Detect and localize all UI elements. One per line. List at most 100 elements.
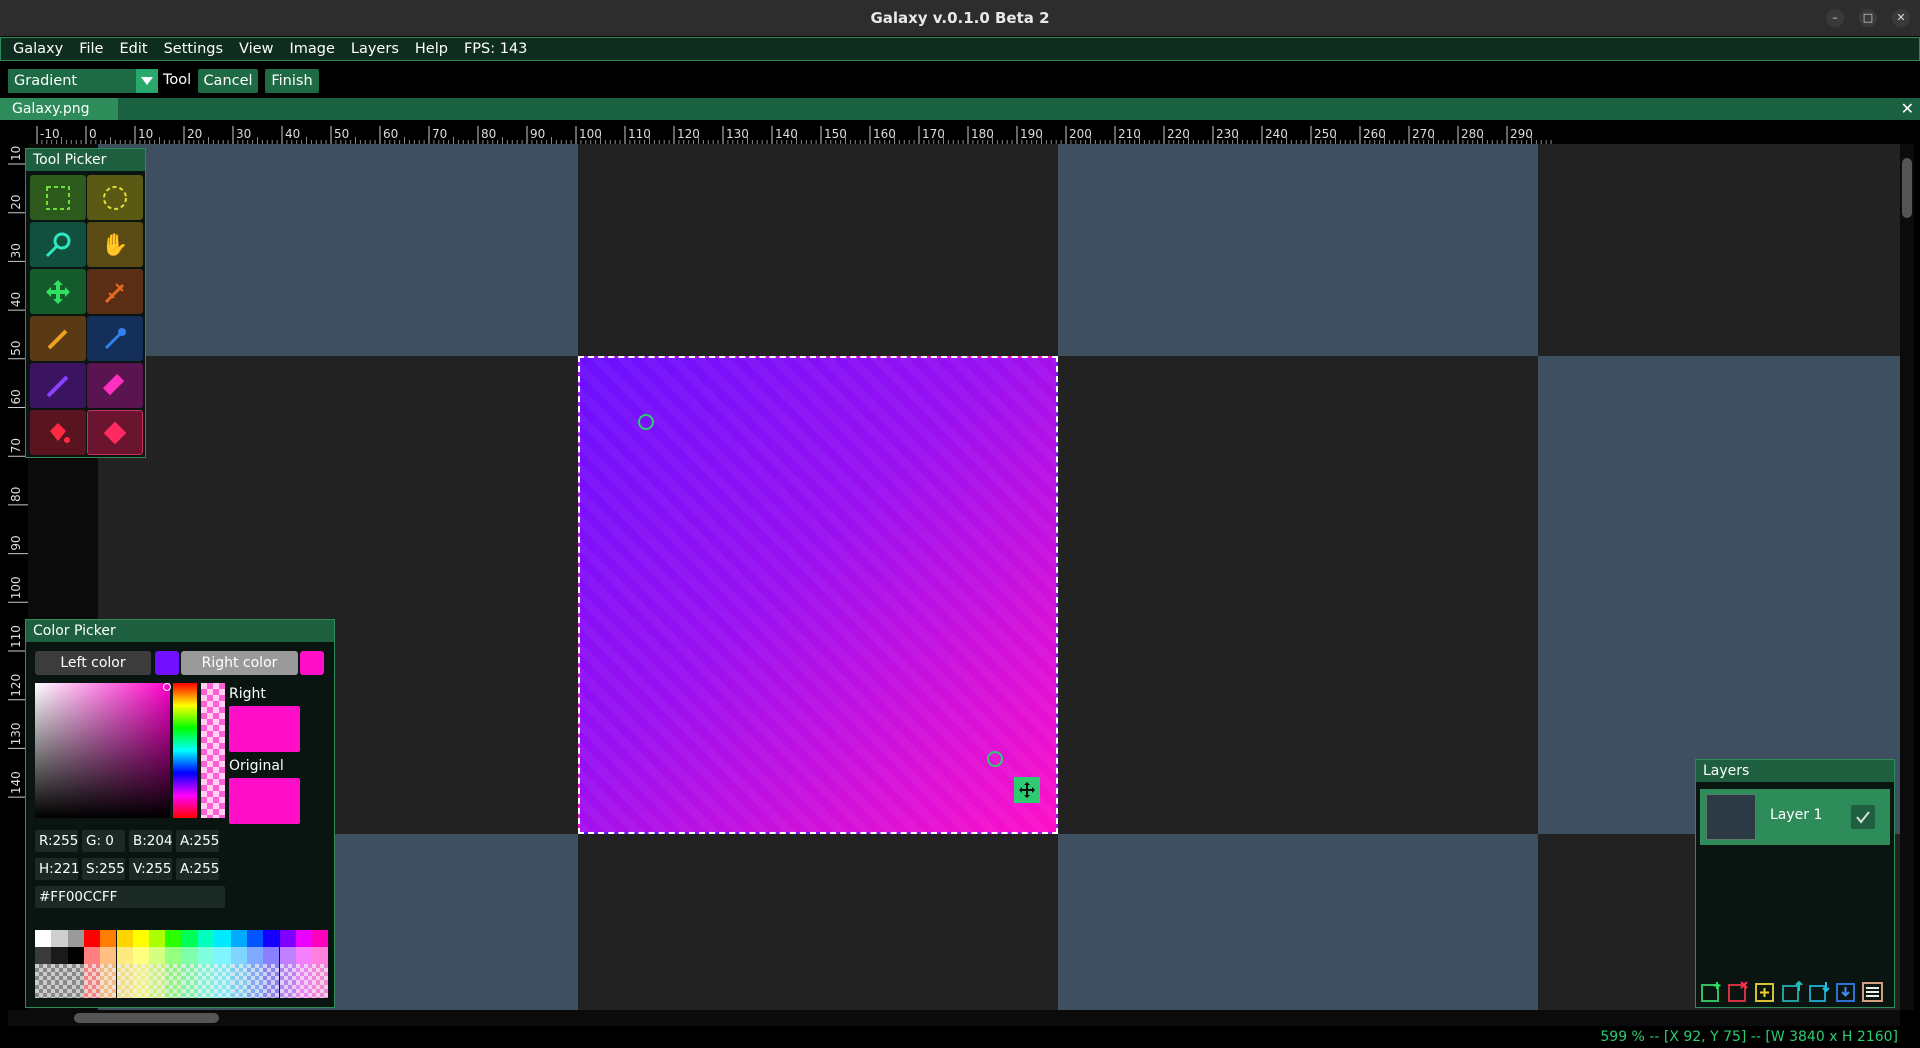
left-color-swatch[interactable] [155, 651, 179, 675]
palette-swatch[interactable] [100, 981, 117, 998]
palette-swatch[interactable] [230, 930, 247, 947]
palette-swatch[interactable] [165, 964, 182, 981]
palette-swatch[interactable] [214, 930, 231, 947]
palette-swatch[interactable] [67, 947, 84, 964]
palette-swatch[interactable] [116, 947, 133, 964]
magic-wand-tool[interactable] [30, 222, 86, 267]
palette-swatch[interactable] [230, 964, 247, 981]
move-layer-down-icon[interactable] [1807, 980, 1831, 1004]
close-tab-icon[interactable]: ✕ [1901, 99, 1914, 119]
palette-swatch[interactable] [295, 930, 313, 947]
palette-swatch[interactable] [181, 947, 198, 964]
palette-swatch[interactable] [51, 981, 68, 998]
blue-field[interactable]: B:204 [129, 830, 173, 852]
tool-select[interactable]: Gradient [8, 69, 158, 93]
palette-swatch[interactable] [35, 947, 52, 964]
chevron-down-icon[interactable] [136, 69, 158, 93]
menu-edit[interactable]: Edit [111, 41, 155, 57]
palette-swatch[interactable] [116, 981, 133, 998]
red-field[interactable]: R:255 [35, 830, 78, 852]
palette-swatch[interactable] [295, 947, 313, 964]
palette-swatch[interactable] [198, 947, 215, 964]
palette-swatch[interactable] [246, 947, 264, 964]
move-tool[interactable] [30, 269, 86, 314]
palette-swatch[interactable] [181, 964, 198, 981]
palette-swatch[interactable] [149, 930, 166, 947]
add-layer-icon[interactable] [1699, 980, 1723, 1004]
palette-swatch[interactable] [132, 981, 150, 998]
color-picker-tool[interactable] [87, 316, 143, 361]
vertical-scrollbar[interactable] [1900, 144, 1914, 1010]
minimize-icon[interactable]: – [1826, 9, 1844, 27]
palette-swatch[interactable] [214, 981, 231, 998]
rect-select-tool[interactable] [30, 175, 86, 220]
move-handle-icon[interactable] [1014, 777, 1040, 803]
palette-swatch[interactable] [100, 947, 117, 964]
menu-image[interactable]: Image [281, 41, 342, 57]
palette-swatch[interactable] [132, 930, 150, 947]
vertical-scroll-thumb[interactable] [1902, 158, 1912, 218]
merge-layer-icon[interactable] [1834, 980, 1858, 1004]
palette-swatch[interactable] [295, 964, 313, 981]
palette-swatch[interactable] [51, 930, 68, 947]
palette-swatch[interactable] [100, 930, 117, 947]
brush-tool[interactable] [30, 363, 86, 408]
palette-swatch[interactable] [165, 930, 182, 947]
palette-swatch[interactable] [165, 981, 182, 998]
horizontal-scroll-thumb[interactable] [74, 1013, 219, 1023]
gradient-tool[interactable] [87, 410, 143, 455]
palette-swatch[interactable] [83, 964, 101, 981]
menu-view[interactable]: View [231, 41, 281, 57]
saturation-value-picker[interactable] [35, 683, 170, 818]
right-color-button[interactable]: Right color [181, 651, 298, 675]
palette-swatch[interactable] [67, 981, 84, 998]
layer-visibility-checkbox[interactable] [1851, 805, 1875, 829]
eraser-tool[interactable] [87, 363, 143, 408]
palette-swatch[interactable] [279, 947, 296, 964]
menu-galaxy[interactable]: Galaxy [5, 41, 71, 57]
hand-tool[interactable]: ✋ [87, 222, 143, 267]
gradient-start-handle[interactable] [638, 414, 654, 430]
palette-swatch[interactable] [181, 930, 198, 947]
palette-swatch[interactable] [35, 981, 52, 998]
palette-swatch[interactable] [100, 964, 117, 981]
palette-swatch[interactable] [67, 930, 84, 947]
palette-swatch[interactable] [246, 981, 264, 998]
palette-swatch[interactable] [279, 964, 296, 981]
palette-swatch[interactable] [51, 964, 68, 981]
palette-swatch[interactable] [51, 947, 68, 964]
layer-properties-icon[interactable] [1861, 980, 1885, 1004]
palette-swatch[interactable] [246, 964, 264, 981]
maximize-icon[interactable]: □ [1859, 9, 1877, 27]
palette-swatch[interactable] [312, 930, 329, 947]
palette-swatch[interactable] [116, 964, 133, 981]
pencil-tool[interactable] [30, 316, 86, 361]
palette-swatch[interactable] [149, 947, 166, 964]
gradient-end-handle[interactable] [987, 751, 1003, 767]
value-field[interactable]: V:255 [129, 858, 172, 880]
palette-swatch[interactable] [246, 930, 264, 947]
menu-help[interactable]: Help [407, 41, 456, 57]
palette-swatch[interactable] [198, 964, 215, 981]
tab-galaxy-png[interactable]: Galaxy.png [0, 98, 118, 120]
palette-swatch[interactable] [214, 947, 231, 964]
palette-swatch[interactable] [83, 947, 101, 964]
menu-settings[interactable]: Settings [156, 41, 231, 57]
palette-swatch[interactable] [263, 964, 280, 981]
palette-swatch[interactable] [312, 981, 329, 998]
palette-swatch[interactable] [198, 930, 215, 947]
horizontal-scrollbar[interactable] [8, 1010, 1900, 1026]
color-palette[interactable] [35, 930, 329, 998]
palette-swatch[interactable] [149, 964, 166, 981]
palette-swatch[interactable] [312, 964, 329, 981]
hex-field[interactable]: #FF00CCFF [35, 886, 225, 908]
palette-swatch[interactable] [35, 930, 52, 947]
duplicate-layer-icon[interactable] [1753, 980, 1777, 1004]
palette-swatch[interactable] [279, 981, 296, 998]
move-layer-up-icon[interactable] [1780, 980, 1804, 1004]
delete-layer-icon[interactable] [1726, 980, 1750, 1004]
right-color-swatch[interactable] [300, 651, 324, 675]
palette-swatch[interactable] [149, 981, 166, 998]
close-window-icon[interactable]: ✕ [1892, 9, 1910, 27]
palette-swatch[interactable] [263, 947, 280, 964]
